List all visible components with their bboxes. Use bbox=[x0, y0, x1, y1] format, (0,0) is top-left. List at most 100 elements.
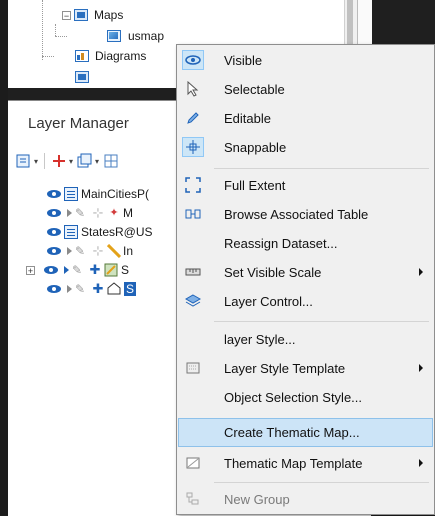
menu-item-editable[interactable]: Editable bbox=[178, 104, 433, 133]
menu-label: Reassign Dataset... bbox=[224, 236, 338, 251]
layer-label: StatesR@US bbox=[81, 225, 153, 239]
tree-item-maps[interactable]: − Maps bbox=[62, 6, 123, 24]
menu-item-thematic-map-template[interactable]: Thematic Map Template bbox=[178, 449, 433, 478]
tree-item-label: Diagrams bbox=[95, 49, 147, 63]
submenu-arrow-icon bbox=[419, 459, 423, 467]
tree-item-partial[interactable] bbox=[74, 68, 90, 86]
menu-item-layer-style[interactable]: layer Style... bbox=[178, 325, 433, 354]
folder-icon bbox=[73, 8, 89, 22]
full-extent-icon bbox=[182, 175, 204, 195]
menu-item-layer-control[interactable]: Layer Control... bbox=[178, 287, 433, 316]
add-icon[interactable] bbox=[51, 153, 67, 169]
submenu-arrow-icon bbox=[419, 268, 423, 276]
menu-item-visible[interactable]: Visible bbox=[178, 46, 433, 75]
menu-item-full-extent[interactable]: Full Extent bbox=[178, 171, 433, 200]
tree-item-usmap[interactable]: usmap bbox=[106, 27, 164, 45]
pencil-icon[interactable]: ✎ bbox=[75, 206, 89, 220]
eye-icon[interactable] bbox=[46, 227, 62, 237]
layer-label: In bbox=[123, 244, 134, 258]
new-layer-icon[interactable] bbox=[16, 153, 32, 169]
snap-icon[interactable]: ⊹ bbox=[91, 206, 105, 220]
selectable-icon[interactable] bbox=[67, 209, 72, 217]
layer-row[interactable]: + ✎ ✚ S bbox=[26, 261, 129, 279]
tree-item-label: Maps bbox=[94, 8, 124, 22]
dropdown-icon[interactable]: ▾ bbox=[95, 157, 99, 166]
menu-item-reassign-dataset[interactable]: Reassign Dataset... bbox=[178, 229, 433, 258]
cursor-icon bbox=[182, 79, 204, 99]
panel-title: Layer Manager bbox=[28, 115, 129, 132]
menu-label: New Group bbox=[224, 492, 290, 507]
menu-separator bbox=[214, 168, 429, 169]
copy-layer-icon[interactable] bbox=[77, 153, 93, 169]
scale-icon bbox=[182, 262, 204, 282]
menu-label: Create Thematic Map... bbox=[224, 425, 360, 440]
style-template-icon bbox=[182, 358, 204, 378]
layer-row[interactable]: ✎ ⊹ In bbox=[46, 242, 133, 260]
eye-icon[interactable] bbox=[46, 189, 62, 199]
expand-icon[interactable]: + bbox=[26, 265, 35, 275]
pencil-icon[interactable]: ✎ bbox=[75, 244, 89, 258]
menu-label: Browse Associated Table bbox=[224, 207, 369, 222]
map-icon bbox=[106, 29, 122, 43]
eye-icon bbox=[182, 50, 204, 70]
table-icon bbox=[182, 204, 204, 224]
snap-icon[interactable]: ⊹ bbox=[91, 244, 105, 258]
menu-label: Full Extent bbox=[224, 178, 286, 193]
region-layer-icon bbox=[107, 282, 121, 296]
dropdown-icon[interactable]: ▾ bbox=[34, 157, 38, 166]
menu-item-browse-table[interactable]: Browse Associated Table bbox=[178, 200, 433, 229]
layer-row[interactable]: ✎ ⊹ ✦ M bbox=[46, 204, 133, 222]
menu-label: Object Selection Style... bbox=[224, 390, 363, 405]
menu-label: Set Visible Scale bbox=[224, 265, 322, 280]
submenu-arrow-icon bbox=[419, 364, 423, 372]
tree-guide-line bbox=[42, 0, 43, 60]
layer-row[interactable]: ✎ ✚ S bbox=[46, 280, 137, 298]
pencil-icon[interactable]: ✎ bbox=[72, 263, 86, 277]
menu-separator bbox=[214, 321, 429, 322]
menu-item-create-thematic-map[interactable]: Create Thematic Map... bbox=[178, 418, 433, 447]
eye-icon[interactable] bbox=[46, 284, 62, 294]
line-layer-icon bbox=[106, 243, 122, 259]
snap-icon[interactable]: ✚ bbox=[88, 263, 102, 277]
toolbar-divider bbox=[44, 153, 46, 169]
new-group-icon bbox=[182, 489, 204, 509]
menu-item-snappable[interactable]: Snappable bbox=[178, 133, 433, 162]
context-menu: Visible Selectable Editable Snappable Fu… bbox=[176, 44, 435, 515]
grid-icon[interactable] bbox=[103, 153, 119, 169]
layer-toolbar: ▾ ▾ ▾ bbox=[16, 151, 119, 171]
menu-item-new-group[interactable]: New Group bbox=[178, 485, 433, 514]
pencil-icon[interactable]: ✎ bbox=[75, 282, 89, 296]
eye-icon[interactable] bbox=[46, 246, 62, 256]
layer-label: M bbox=[123, 206, 133, 220]
menu-item-object-selection-style[interactable]: Object Selection Style... bbox=[178, 383, 433, 412]
tree-item-diagrams[interactable]: Diagrams bbox=[74, 47, 146, 65]
folder-icon bbox=[74, 70, 90, 84]
layer-row[interactable]: MainCitiesP( bbox=[46, 185, 149, 203]
selectable-icon[interactable] bbox=[67, 285, 72, 293]
eye-icon[interactable] bbox=[43, 265, 59, 275]
checked-indicator bbox=[182, 137, 204, 157]
pencil-icon bbox=[182, 108, 204, 128]
layer-row[interactable]: StatesR@US bbox=[46, 223, 153, 241]
menu-item-visible-scale[interactable]: Set Visible Scale bbox=[178, 258, 433, 287]
collapse-icon[interactable]: − bbox=[62, 10, 71, 20]
tree-guide-line bbox=[55, 24, 56, 36]
menu-separator bbox=[214, 482, 429, 483]
snap-icon bbox=[182, 137, 204, 157]
tree-guide-line bbox=[55, 36, 67, 37]
menu-item-selectable[interactable]: Selectable bbox=[178, 75, 433, 104]
dataset-icon bbox=[64, 225, 78, 239]
menu-label: Layer Style Template bbox=[224, 361, 346, 376]
menu-item-layer-style-template[interactable]: Layer Style Template bbox=[178, 354, 433, 383]
tree-item-label: usmap bbox=[128, 29, 165, 43]
eye-icon[interactable] bbox=[46, 208, 62, 218]
menu-label: Layer Control... bbox=[224, 294, 313, 309]
selectable-icon[interactable] bbox=[67, 247, 72, 255]
layers-icon bbox=[182, 291, 204, 311]
selectable-icon[interactable] bbox=[64, 266, 69, 274]
snap-icon[interactable]: ✚ bbox=[91, 282, 105, 296]
menu-label: Snappable bbox=[224, 140, 287, 155]
checked-indicator bbox=[182, 50, 204, 70]
menu-label: Thematic Map Template bbox=[224, 456, 363, 471]
dropdown-icon[interactable]: ▾ bbox=[69, 157, 73, 166]
